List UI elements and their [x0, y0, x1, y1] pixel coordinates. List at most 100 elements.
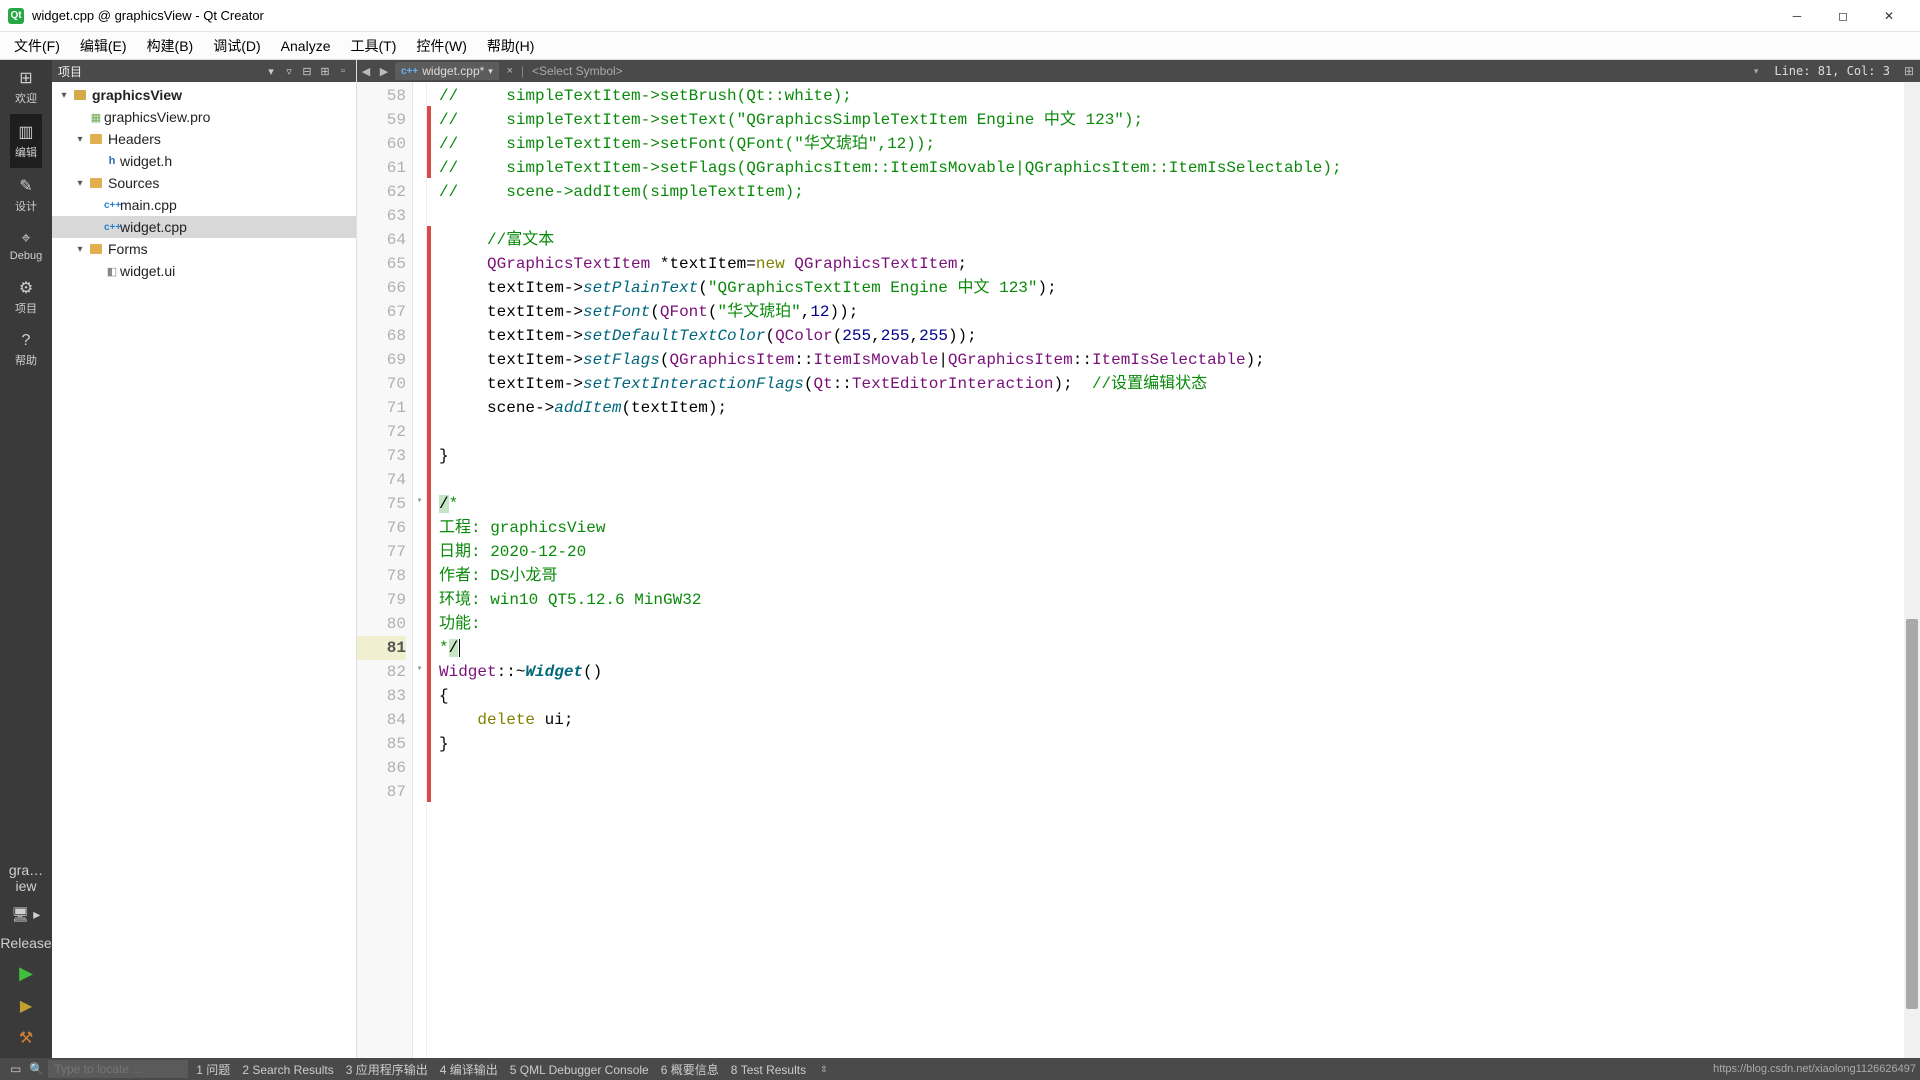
nav-back-button[interactable]: ◀	[357, 65, 375, 78]
tree-file-widget-cpp[interactable]: c++ widget.cpp	[52, 216, 356, 238]
kit-selector[interactable]: gra…iew	[0, 856, 52, 900]
mode-tab[interactable]: ▥编辑	[10, 114, 42, 168]
locator-input[interactable]	[48, 1060, 188, 1078]
watermark-url: https://blog.csdn.net/xiaolong1126626497	[1713, 1063, 1916, 1075]
menu-item[interactable]: 控件(W)	[406, 33, 477, 59]
output-pane-tab[interactable]: 1 问题	[190, 1061, 236, 1079]
tree-label: main.cpp	[120, 197, 177, 213]
sidebar-title: 项目	[58, 63, 260, 80]
output-pane-tab[interactable]: 3 应用程序输出	[340, 1061, 434, 1079]
menu-item[interactable]: 工具(T)	[340, 33, 406, 59]
output-pane-tab[interactable]: 4 编译输出	[434, 1061, 504, 1079]
tree-forms-folder[interactable]: ▾ Forms	[52, 238, 356, 260]
code-body[interactable]: // simpleTextItem->setBrush(Qt::white);/…	[431, 82, 1920, 1058]
sidebar-split-icon[interactable]: ⊞	[318, 65, 332, 78]
symbol-selector[interactable]: <Select Symbol>	[526, 64, 1754, 78]
sidebar-filter-icon[interactable]: ▿	[282, 65, 296, 78]
mode-tab[interactable]: ⌖Debug	[10, 222, 42, 270]
close-button[interactable]: ✕	[1866, 0, 1912, 32]
maximize-button[interactable]: ◻	[1820, 0, 1866, 32]
vertical-scrollbar[interactable]	[1904, 82, 1920, 1058]
mode-icon: ⊞	[10, 68, 42, 88]
menu-item[interactable]: 调试(D)	[203, 33, 270, 59]
line-number-gutter[interactable]: 5859606162636465666768697071727374757677…	[357, 82, 413, 1058]
build-button[interactable]: ⚒	[0, 1022, 52, 1054]
run-button[interactable]: ▶	[0, 957, 52, 990]
build-config-label: Release	[0, 929, 52, 957]
pro-file-icon: ▦	[88, 111, 104, 124]
tree-project-root[interactable]: ▾ graphicsView	[52, 84, 356, 106]
file-crumb[interactable]: c++ widget.cpp* ▾	[395, 62, 499, 80]
tree-label: graphicsView.pro	[104, 109, 210, 125]
menu-item[interactable]: 文件(F)	[4, 33, 70, 59]
tree-file-main-cpp[interactable]: c++ main.cpp	[52, 194, 356, 216]
sidebar-header: 项目 ▾ ▿ ⊟ ⊞ ▫	[52, 60, 356, 82]
tree-file-widget-h[interactable]: h widget.h	[52, 150, 356, 172]
window-title: widget.cpp @ graphicsView - Qt Creator	[32, 8, 1774, 23]
output-pane-tab[interactable]: 8 Test Results	[725, 1061, 812, 1079]
mode-tab[interactable]: ✎设计	[10, 168, 42, 222]
tree-label: widget.ui	[120, 263, 175, 279]
split-button[interactable]: ⊞	[1898, 64, 1920, 78]
chevron-down-icon: ▾	[488, 66, 493, 77]
nav-fwd-button[interactable]: ▶	[375, 65, 393, 78]
mode-icon: ▥	[10, 122, 42, 142]
mode-tab[interactable]: ?帮助	[10, 324, 42, 376]
tree-label: Forms	[108, 241, 148, 257]
folder-icon	[88, 175, 104, 191]
menu-item[interactable]: 构建(B)	[137, 33, 204, 59]
project-sidebar: 项目 ▾ ▿ ⊟ ⊞ ▫ ▾ graphicsView ▦ graphicsVi…	[52, 60, 357, 1058]
ui-file-icon: ◧	[104, 265, 120, 278]
sidebar-dropdown-icon[interactable]: ▾	[264, 65, 278, 78]
mode-bar: ⊞欢迎▥编辑✎设计⌖Debug⚙项目?帮助 gra…iew 🖥 ▸ Releas…	[0, 60, 52, 1058]
mode-icon: ⚙	[10, 278, 42, 298]
run-debug-button[interactable]: ▶	[0, 990, 52, 1022]
fold-column[interactable]: ▾▾	[413, 82, 427, 1058]
tree-label: graphicsView	[92, 87, 182, 103]
sidebar-sync-icon[interactable]: ⊟	[300, 65, 314, 78]
footer-bar: ▭ 🔍 1 问题2 Search Results3 应用程序输出4 编译输出5 …	[0, 1058, 1920, 1080]
menu-item[interactable]: Analyze	[271, 35, 341, 57]
minimize-button[interactable]: ─	[1774, 0, 1820, 32]
folder-icon	[88, 131, 104, 147]
output-pane-tab[interactable]: 5 QML Debugger Console	[504, 1061, 655, 1079]
toggle-sidebar-button[interactable]: ▭	[4, 1060, 27, 1078]
mode-icon: ?	[10, 332, 42, 350]
menu-item[interactable]: 帮助(H)	[477, 33, 544, 59]
tree-label: widget.cpp	[120, 219, 187, 235]
file-name: widget.cpp*	[422, 64, 484, 78]
output-pane-tab[interactable]: 6 概要信息	[655, 1061, 725, 1079]
project-tree: ▾ graphicsView ▦ graphicsView.pro ▾ Head…	[52, 82, 356, 1058]
pane-chevron-icon[interactable]: ⇳	[814, 1062, 834, 1077]
output-pane-tab[interactable]: 2 Search Results	[236, 1061, 339, 1079]
app-icon: Qt	[8, 8, 24, 24]
tree-pro-file[interactable]: ▦ graphicsView.pro	[52, 106, 356, 128]
tree-label: Headers	[108, 131, 161, 147]
tree-label: Sources	[108, 175, 159, 191]
tree-headers-folder[interactable]: ▾ Headers	[52, 128, 356, 150]
mode-icon: ⌖	[10, 230, 42, 248]
editor-tabbar: ◀ ▶ c++ widget.cpp* ▾ × | <Select Symbol…	[357, 60, 1920, 82]
menu-item[interactable]: 编辑(E)	[70, 33, 137, 59]
folder-icon	[72, 87, 88, 103]
tree-file-widget-ui[interactable]: ◧ widget.ui	[52, 260, 356, 282]
scrollbar-thumb[interactable]	[1906, 619, 1918, 1009]
tab-close-button[interactable]: ×	[501, 65, 519, 77]
h-file-icon: h	[104, 155, 120, 167]
tree-label: widget.h	[120, 153, 172, 169]
tree-sources-folder[interactable]: ▾ Sources	[52, 172, 356, 194]
menubar: 文件(F)编辑(E)构建(B)调试(D)Analyze工具(T)控件(W)帮助(…	[0, 32, 1920, 60]
mode-tab[interactable]: ⚙项目	[10, 270, 42, 324]
cursor-position: Line: 81, Col: 3	[1766, 64, 1898, 78]
build-config[interactable]: 🖥 ▸	[0, 900, 52, 929]
cpp-file-icon: c++	[104, 222, 120, 233]
editor-area: ◀ ▶ c++ widget.cpp* ▾ × | <Select Symbol…	[357, 60, 1920, 1058]
code-editor[interactable]: 5859606162636465666768697071727374757677…	[357, 82, 1920, 1058]
symbol-chevron-icon: ▾	[1754, 66, 1767, 77]
folder-icon	[88, 241, 104, 257]
cpp-file-icon: c++	[401, 66, 418, 77]
cpp-file-icon: c++	[104, 200, 120, 211]
titlebar: Qt widget.cpp @ graphicsView - Qt Creato…	[0, 0, 1920, 32]
mode-tab[interactable]: ⊞欢迎	[10, 60, 42, 114]
sidebar-close-icon[interactable]: ▫	[336, 65, 350, 77]
